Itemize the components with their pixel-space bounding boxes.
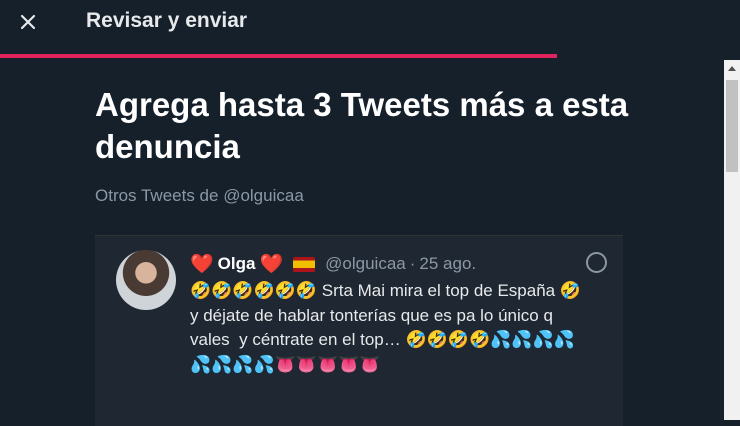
tweet-date: 25 ago. bbox=[419, 254, 477, 273]
separator: · bbox=[409, 254, 416, 273]
close-button[interactable] bbox=[16, 10, 40, 34]
top-bar: Revisar y enviar bbox=[0, 0, 740, 56]
other-tweets-label: Otros Tweets de @olguicaa bbox=[95, 186, 304, 205]
heart-emoji: ❤️ bbox=[190, 254, 214, 275]
tweet-handle: @olguicaa bbox=[325, 254, 406, 273]
avatar bbox=[116, 250, 176, 310]
tweet-select-radio[interactable] bbox=[586, 252, 607, 273]
spain-flag-icon bbox=[293, 256, 316, 272]
progress-bar bbox=[0, 54, 557, 58]
page-title: Revisar y enviar bbox=[86, 9, 248, 32]
chevron-up-icon bbox=[728, 66, 736, 71]
report-heading: Agrega hasta 3 Tweets más a esta denunci… bbox=[95, 86, 629, 166]
scrollbar-thumb[interactable] bbox=[726, 80, 738, 172]
scroll-up-arrow[interactable] bbox=[724, 60, 740, 76]
tweet-author-name: Olga bbox=[217, 254, 256, 273]
scrollbar[interactable] bbox=[724, 60, 740, 420]
tweet-header: ❤️ Olga ❤️ @olguicaa · 25 ago. bbox=[190, 252, 590, 276]
tweet-card[interactable]: ❤️ Olga ❤️ @olguicaa · 25 ago. 🤣🤣🤣🤣🤣🤣 Sr… bbox=[95, 235, 623, 426]
tweet-text: 🤣🤣🤣🤣🤣🤣 Srta Mai mira el top de España 🤣 … bbox=[190, 281, 586, 374]
close-icon bbox=[20, 14, 36, 30]
heart-emoji: ❤️ bbox=[259, 254, 284, 275]
